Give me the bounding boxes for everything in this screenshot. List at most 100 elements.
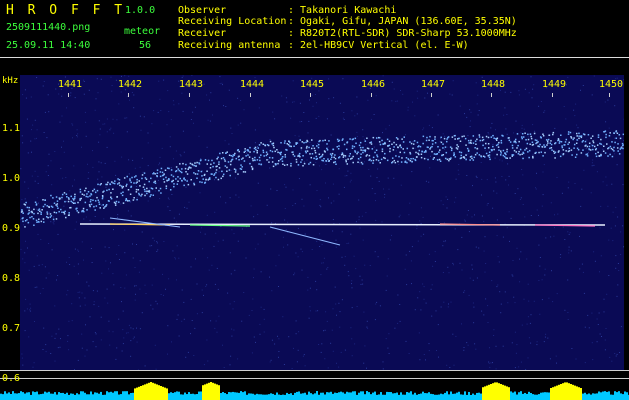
echo-dot — [465, 144, 467, 146]
echo-dot — [21, 209, 23, 211]
noise-dot — [455, 197, 457, 199]
noise-dot — [351, 338, 353, 340]
noise-dot — [60, 168, 62, 170]
echo-dot — [57, 207, 59, 209]
noise-dot — [541, 205, 543, 207]
noise-dot — [320, 351, 322, 353]
noise-dot — [521, 324, 523, 326]
echo-dot — [424, 149, 427, 152]
noise-dot — [43, 327, 45, 329]
noise-dot — [339, 326, 341, 328]
echo-dot — [419, 145, 422, 148]
level-bar — [520, 391, 522, 400]
noise-dot — [417, 240, 419, 242]
echo-dot — [265, 151, 268, 153]
echo-dot — [269, 149, 272, 152]
noise-dot — [373, 114, 375, 115]
noise-dot — [319, 199, 321, 201]
noise-dot — [50, 353, 52, 354]
noise-dot — [375, 95, 377, 97]
noise-dot — [147, 165, 149, 167]
noise-dot — [440, 306, 442, 308]
noise-dot — [530, 342, 532, 344]
noise-dot — [301, 251, 303, 253]
level-bar — [558, 384, 560, 400]
noise-dot — [362, 239, 364, 241]
level-bar — [114, 391, 116, 400]
echo-dot — [262, 151, 265, 154]
noise-dot — [243, 109, 245, 111]
noise-dot — [450, 301, 452, 303]
level-bar — [220, 393, 222, 400]
noise-dot — [420, 207, 422, 209]
noise-dot — [60, 338, 61, 340]
noise-dot — [269, 276, 270, 278]
level-bar — [136, 387, 138, 400]
echo-dot — [306, 145, 308, 148]
noise-dot — [260, 306, 262, 308]
echo-dot — [313, 147, 316, 150]
echo-dot — [168, 167, 170, 170]
echo-dot — [463, 157, 466, 159]
echo-dot — [212, 165, 214, 168]
noise-dot — [202, 248, 204, 250]
noise-dot — [564, 309, 566, 311]
echo-dot — [254, 159, 256, 162]
noise-dot — [458, 164, 460, 165]
level-bar — [422, 391, 424, 400]
echo-dot — [383, 156, 385, 159]
noise-dot — [71, 303, 73, 305]
level-bar — [550, 388, 552, 400]
noise-dot — [609, 356, 611, 358]
echo-dot — [76, 207, 78, 210]
echo-dot — [445, 151, 448, 154]
echo-dot — [114, 180, 116, 182]
level-bar — [184, 392, 186, 400]
echo-dot — [156, 175, 159, 178]
noise-dot — [45, 277, 47, 279]
noise-dot — [116, 202, 118, 204]
level-bar — [364, 394, 366, 400]
level-bar — [626, 392, 628, 400]
noise-dot — [399, 214, 401, 216]
level-bar — [542, 392, 544, 400]
level-bar — [138, 386, 140, 400]
echo-dot — [445, 140, 448, 143]
echo-dot — [118, 179, 121, 181]
echo-dot — [231, 158, 234, 161]
echo-dot — [545, 139, 548, 141]
echo-dot — [488, 156, 491, 158]
noise-dot — [237, 358, 239, 360]
echo-dot — [234, 171, 237, 173]
noise-dot — [134, 267, 136, 268]
noise-dot — [287, 221, 289, 223]
echo-dot — [61, 196, 63, 199]
noise-dot — [22, 364, 24, 366]
noise-dot — [110, 127, 112, 129]
echo-dot — [400, 146, 403, 149]
level-bar — [456, 392, 458, 400]
echo-dot — [139, 185, 141, 187]
noise-dot — [92, 290, 94, 292]
echo-dot — [418, 153, 420, 156]
x-tick-mark — [609, 93, 610, 97]
level-bar — [592, 393, 594, 400]
noise-dot — [384, 196, 385, 198]
noise-dot — [45, 344, 47, 346]
noise-dot — [472, 185, 473, 187]
echo-dot — [206, 163, 209, 165]
noise-dot — [63, 151, 65, 153]
noise-dot — [385, 289, 387, 291]
level-bar — [406, 392, 408, 400]
noise-dot — [271, 339, 273, 341]
noise-dot — [492, 143, 494, 145]
echo-dot — [538, 145, 541, 148]
noise-dot — [113, 229, 114, 231]
echo-dot — [268, 156, 271, 159]
noise-dot — [122, 329, 124, 331]
echo-dot — [159, 187, 162, 190]
level-bar — [570, 384, 572, 400]
echo-dot — [492, 134, 494, 137]
noise-dot — [134, 285, 135, 287]
echo-dot — [525, 139, 527, 141]
